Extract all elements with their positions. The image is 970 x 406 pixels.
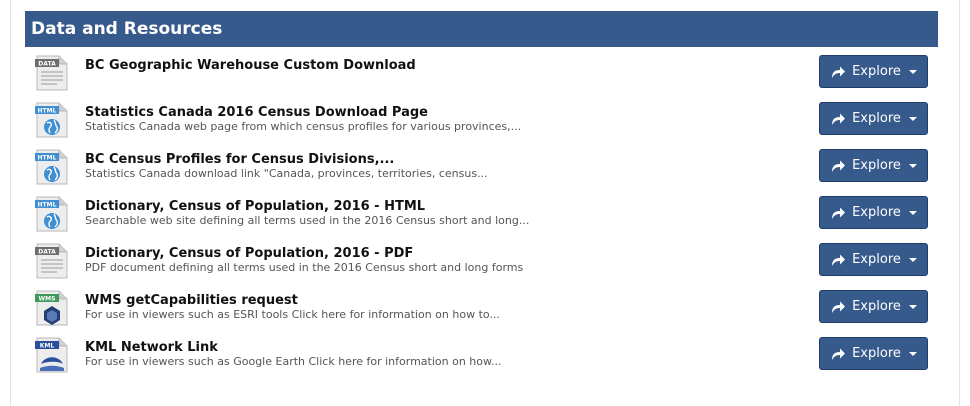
explore-label: Explore — [852, 252, 901, 267]
caret-down-icon — [908, 304, 917, 309]
svg-text:DATA: DATA — [38, 249, 56, 256]
caret-down-icon — [908, 116, 917, 121]
explore-button[interactable]: Explore — [819, 337, 928, 370]
resource-description: For use in viewers such as Google Earth … — [85, 355, 502, 368]
share-arrow-icon — [832, 348, 846, 360]
explore-label: Explore — [852, 64, 901, 79]
share-arrow-icon — [832, 207, 846, 219]
resource-title[interactable]: WMS getCapabilities request — [85, 293, 298, 308]
svg-text:DATA: DATA — [38, 61, 56, 68]
svg-text:HTML: HTML — [38, 202, 57, 209]
resource-description: For use in viewers such as ESRI tools Cl… — [85, 308, 500, 321]
explore-button[interactable]: Explore — [819, 149, 928, 182]
resource-item: HTML Statistics Canada 2016 Census Downl… — [25, 94, 938, 141]
explore-label: Explore — [852, 205, 901, 220]
caret-down-icon — [908, 257, 917, 262]
resource-item: DATA BC Geographic Warehouse Custom Down… — [25, 47, 938, 94]
explore-label: Explore — [852, 299, 901, 314]
share-arrow-icon — [832, 113, 846, 125]
resource-title[interactable]: KML Network Link — [85, 340, 218, 355]
svg-text:HTML: HTML — [38, 108, 57, 115]
html-file-icon: HTML — [35, 149, 68, 185]
kml-file-icon: KML — [35, 337, 68, 373]
caret-down-icon — [908, 69, 917, 74]
resource-description: Statistics Canada download link "Canada,… — [85, 167, 488, 180]
resource-title[interactable]: BC Census Profiles for Census Divisions,… — [85, 152, 394, 167]
resource-item: WMS WMS getCapabilities request For use … — [25, 282, 938, 329]
explore-label: Explore — [852, 346, 901, 361]
resource-title[interactable]: BC Geographic Warehouse Custom Download — [85, 58, 416, 73]
svg-text:WMS: WMS — [39, 296, 56, 303]
section-header: Data and Resources — [25, 11, 938, 47]
share-arrow-icon — [832, 301, 846, 313]
explore-button[interactable]: Explore — [819, 290, 928, 323]
resource-description: Searchable web site defining all terms u… — [85, 214, 530, 227]
html-file-icon: HTML — [35, 102, 68, 138]
resource-description: Statistics Canada web page from which ce… — [85, 120, 522, 133]
resource-item: KML KML Network Link For use in viewers … — [25, 329, 938, 376]
resource-description: PDF document defining all terms used in … — [85, 261, 524, 274]
explore-label: Explore — [852, 158, 901, 173]
explore-button[interactable]: Explore — [819, 55, 928, 88]
explore-button[interactable]: Explore — [819, 196, 928, 229]
explore-button[interactable]: Explore — [819, 102, 928, 135]
resource-title[interactable]: Statistics Canada 2016 Census Download P… — [85, 105, 428, 120]
explore-label: Explore — [852, 111, 901, 126]
resource-title[interactable]: Dictionary, Census of Population, 2016 -… — [85, 246, 413, 261]
resource-item: HTML BC Census Profiles for Census Divis… — [25, 141, 938, 188]
resource-item: DATA Dictionary, Census of Population, 2… — [25, 235, 938, 282]
share-arrow-icon — [832, 160, 846, 172]
svg-text:HTML: HTML — [38, 155, 57, 162]
share-arrow-icon — [832, 66, 846, 78]
resource-list: DATA BC Geographic Warehouse Custom Down… — [25, 47, 938, 376]
resource-title[interactable]: Dictionary, Census of Population, 2016 -… — [85, 199, 425, 214]
caret-down-icon — [908, 210, 917, 215]
data-file-icon: DATA — [35, 55, 68, 91]
svg-text:KML: KML — [40, 343, 55, 350]
share-arrow-icon — [832, 254, 846, 266]
resource-item: HTML Dictionary, Census of Population, 2… — [25, 188, 938, 235]
wms-file-icon: WMS — [35, 290, 68, 326]
section-title: Data and Resources — [31, 19, 223, 39]
caret-down-icon — [908, 163, 917, 168]
html-file-icon: HTML — [35, 196, 68, 232]
explore-button[interactable]: Explore — [819, 243, 928, 276]
data-file-icon: DATA — [35, 243, 68, 279]
caret-down-icon — [908, 351, 917, 356]
